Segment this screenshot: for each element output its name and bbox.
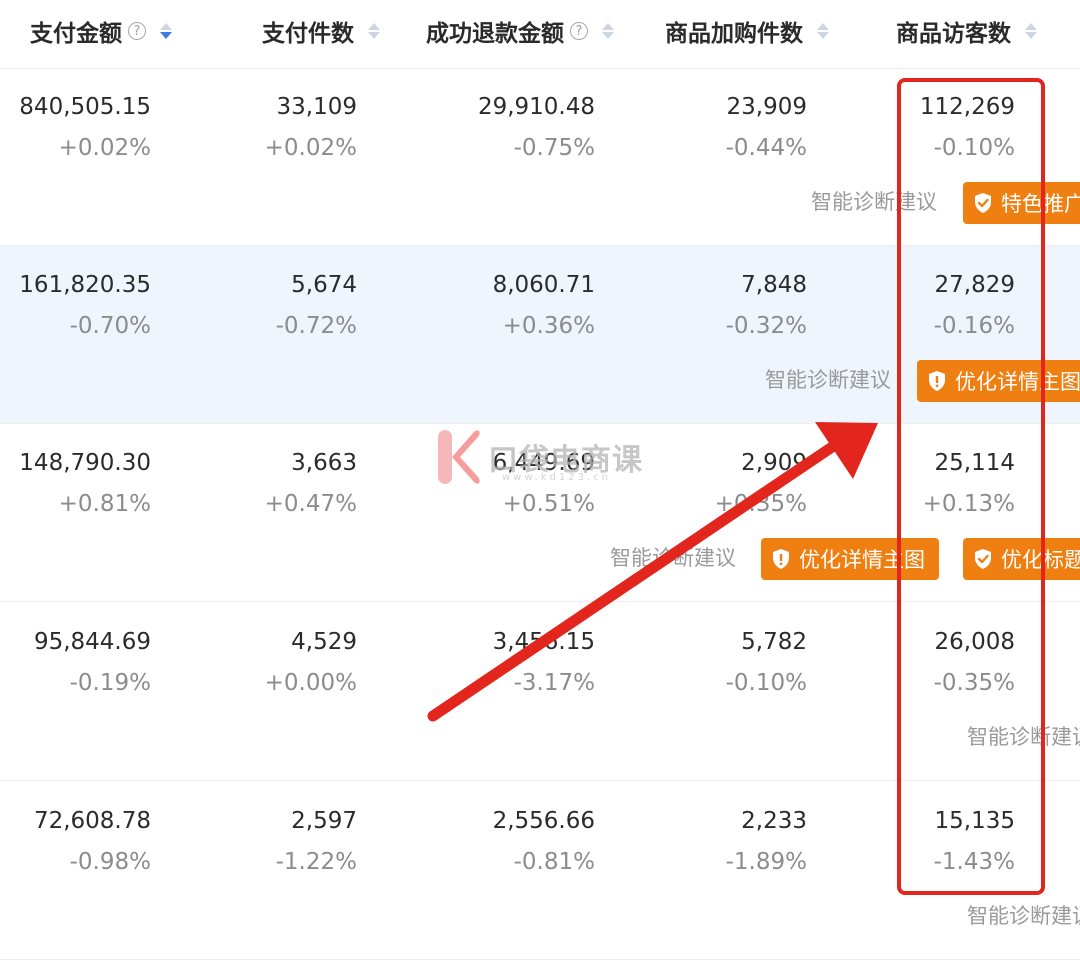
pay-count-value: 33,109: [276, 94, 357, 120]
pay-count-value: 3,663: [291, 450, 357, 476]
refund-amount-change: +0.51%: [502, 491, 595, 517]
shield-alert-icon: [771, 548, 791, 570]
table-row: 95,844.69 -0.19% 4,529 +0.00% 3,456.15 -…: [0, 603, 1080, 781]
cart-count-value: 23,909: [726, 94, 807, 120]
cart-count-value: 7,848: [741, 272, 807, 298]
sort-icon[interactable]: [160, 23, 172, 39]
pay-count-change: +0.00%: [264, 670, 357, 696]
header-label: 支付件数: [262, 21, 354, 47]
cart-count-change: -0.32%: [725, 313, 807, 339]
refund-amount-change: -0.75%: [513, 135, 595, 161]
table-header: 支付金额 ? 支付件数 成功退款金额 ? 商品加购件数 商品访客数: [0, 0, 1080, 69]
header-label: 成功退款金额: [426, 21, 564, 47]
help-icon[interactable]: ?: [570, 22, 588, 40]
table-row: 840,505.15 +0.02% 33,109 +0.02% 29,910.4…: [0, 68, 1080, 246]
pay-count-change: -1.22%: [275, 849, 357, 875]
sort-icon[interactable]: [1025, 23, 1037, 39]
refund-amount-value: 29,910.48: [477, 94, 595, 120]
visitors-value: 27,829: [934, 272, 1015, 298]
suggestion-tag[interactable]: 优化详情主图: [917, 360, 1080, 402]
visitors-value: 112,269: [919, 94, 1015, 120]
pay-amount-value: 161,820.35: [19, 272, 151, 298]
header-label: 支付金额: [30, 21, 122, 47]
refund-amount-change: +0.36%: [502, 313, 595, 339]
pay-count-value: 4,529: [291, 629, 357, 655]
refund-amount-change: -0.81%: [513, 849, 595, 875]
cart-count-value: 2,233: [741, 808, 807, 834]
refund-amount-value: 6,449.69: [492, 450, 595, 476]
tag-label: 优化标题: [1001, 548, 1080, 572]
pay-amount-change: -0.19%: [69, 670, 151, 696]
pay-amount-value: 95,844.69: [33, 629, 151, 655]
pay-count-change: -0.72%: [275, 313, 357, 339]
pay-amount-change: +0.81%: [58, 491, 151, 517]
visitors-value: 15,135: [934, 808, 1015, 834]
tag-label: 优化详情主图: [955, 370, 1080, 394]
suggestion-tag[interactable]: 优化标题: [963, 538, 1080, 580]
pay-count-value: 2,597: [291, 808, 357, 834]
diagnosis-label: 智能诊断建议: [765, 368, 891, 392]
diagnosis-label: 智能诊断建议: [811, 190, 937, 214]
refund-amount-change: -3.17%: [513, 670, 595, 696]
header-pay-amount[interactable]: 支付金额 ?: [30, 14, 172, 48]
pay-amount-value: 840,505.15: [19, 94, 151, 120]
shield-check-icon: [973, 192, 993, 214]
shield-check-icon: [973, 548, 993, 570]
tag-label: 优化详情主图: [799, 548, 925, 572]
diagnosis-label: 智能诊断建议: [967, 725, 1080, 749]
header-label: 商品加购件数: [665, 21, 803, 47]
refund-amount-value: 8,060.71: [492, 272, 595, 298]
cart-count-change: -1.89%: [725, 849, 807, 875]
refund-amount-value: 3,456.15: [492, 629, 595, 655]
header-pay-count[interactable]: 支付件数: [262, 14, 380, 48]
cart-count-change: +0.35%: [714, 491, 807, 517]
pay-count-value: 5,674: [291, 272, 357, 298]
diagnosis-label: 智能诊断建议: [610, 546, 736, 570]
suggestion-tag[interactable]: 特色推广: [963, 182, 1080, 224]
visitors-change: -0.35%: [933, 670, 1015, 696]
diagnosis-label: 智能诊断建议: [967, 904, 1080, 928]
table-row: 72,608.78 -0.98% 2,597 -1.22% 2,556.66 -…: [0, 782, 1080, 960]
table-row: 148,790.30 +0.81% 3,663 +0.47% 6,449.69 …: [0, 424, 1080, 602]
table-row: 161,820.35 -0.70% 5,674 -0.72% 8,060.71 …: [0, 246, 1080, 424]
refund-amount-value: 2,556.66: [492, 808, 595, 834]
cart-count-change: -0.44%: [725, 135, 807, 161]
sort-icon[interactable]: [368, 23, 380, 39]
sort-icon[interactable]: [602, 23, 614, 39]
pay-count-change: +0.47%: [264, 491, 357, 517]
cart-count-value: 5,782: [741, 629, 807, 655]
tag-label: 特色推广: [1001, 192, 1080, 216]
visitors-change: -1.43%: [933, 849, 1015, 875]
sort-icon[interactable]: [817, 23, 829, 39]
suggestion-tag[interactable]: 优化详情主图: [761, 538, 939, 580]
visitors-change: +0.13%: [922, 491, 1015, 517]
pay-amount-change: -0.98%: [69, 849, 151, 875]
pay-amount-change: +0.02%: [58, 135, 151, 161]
visitors-value: 25,114: [934, 450, 1015, 476]
header-refund-amount[interactable]: 成功退款金额 ?: [426, 14, 614, 48]
help-icon[interactable]: ?: [128, 22, 146, 40]
pay-amount-value: 72,608.78: [33, 808, 151, 834]
visitors-value: 26,008: [934, 629, 1015, 655]
header-cart-count[interactable]: 商品加购件数: [665, 14, 829, 48]
pay-amount-value: 148,790.30: [19, 450, 151, 476]
cart-count-change: -0.10%: [725, 670, 807, 696]
shield-alert-icon: [927, 370, 947, 392]
pay-count-change: +0.02%: [264, 135, 357, 161]
pay-amount-change: -0.70%: [69, 313, 151, 339]
visitors-change: -0.16%: [933, 313, 1015, 339]
visitors-change: -0.10%: [933, 135, 1015, 161]
header-visitors[interactable]: 商品访客数: [896, 14, 1037, 48]
header-label: 商品访客数: [896, 21, 1011, 47]
cart-count-value: 2,909: [741, 450, 807, 476]
